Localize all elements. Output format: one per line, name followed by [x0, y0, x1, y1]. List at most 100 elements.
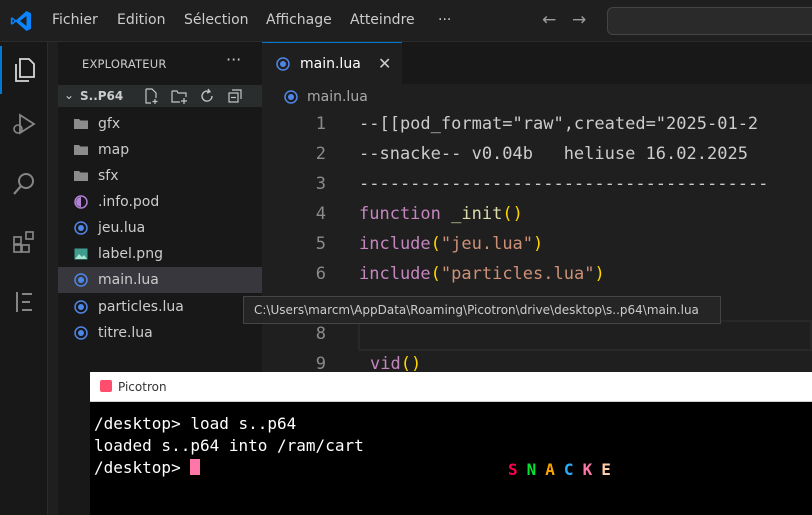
code-text: --snacke-- v0.04b heliuse 16.02.2025 [359, 144, 748, 164]
activity-bar [0, 42, 48, 515]
keyword-token: include [359, 264, 431, 284]
chevron-down-icon[interactable]: ⌄ [64, 88, 74, 102]
outline-icon[interactable] [0, 278, 48, 326]
code-line: 8 [262, 320, 812, 350]
menu-fichier[interactable]: Fichier [52, 12, 98, 28]
line-number: 9 [315, 354, 326, 374]
folder-icon [74, 171, 88, 181]
image-file-icon [74, 248, 88, 260]
terminal-line: loaded s..p64 into /ram/cart [94, 436, 364, 455]
workspace-folder-name: S..P64 [80, 89, 124, 103]
refresh-icon[interactable] [196, 86, 218, 106]
bracket-token: () [400, 354, 422, 374]
editor-tab-bar: main.lua ✕ [262, 42, 812, 84]
snacke-letter: A [545, 460, 564, 479]
lua-file-icon [74, 326, 88, 340]
new-file-icon[interactable] [140, 86, 162, 106]
tab-label: main.lua [300, 56, 361, 72]
tree-item-label: gfx [98, 116, 121, 132]
tree-item-info-pod[interactable]: .info.pod [58, 189, 262, 215]
code-line: 2 --snacke-- v0.04b heliuse 16.02.2025 [262, 140, 812, 170]
line-number: 6 [315, 264, 326, 284]
code-line: 3 --------------------------------------… [262, 170, 812, 200]
breadcrumb-file[interactable]: main.lua [307, 89, 368, 105]
tree-item-label: titre.lua [98, 325, 153, 341]
tree-item-sfx[interactable]: sfx [58, 163, 262, 189]
tree-item-gfx[interactable]: gfx [58, 111, 262, 137]
tree-item-label: .info.pod [98, 194, 160, 210]
tree-item-jeu-lua[interactable]: jeu.lua [58, 215, 262, 241]
lua-file-icon [74, 300, 88, 314]
code-text: ---------------------------------------- [359, 174, 769, 194]
lua-file-icon [74, 273, 88, 287]
menu-selection[interactable]: Sélection [184, 12, 249, 28]
explorer-more-button[interactable]: ··· [226, 50, 241, 69]
line-number: 8 [315, 324, 326, 344]
tree-item-particles-lua[interactable]: particles.lua [58, 294, 262, 320]
bracket-token: ) [594, 264, 605, 284]
title-bar: Fichier Edition Sélection Affichage Atte… [0, 0, 812, 42]
folder-icon [74, 119, 88, 129]
tree-item-label: map [98, 142, 130, 158]
tree-item-main-lua[interactable]: main.lua [58, 267, 262, 293]
lua-file-icon [284, 90, 298, 104]
tree-item-label: main.lua [98, 272, 159, 288]
line-number: 3 [315, 174, 326, 194]
menu-affichage[interactable]: Affichage [266, 12, 332, 28]
code-text: include("jeu.lua") [359, 234, 543, 254]
tree-item-label: sfx [98, 168, 119, 184]
tree-item-titre-lua[interactable]: titre.lua [58, 320, 262, 346]
code-text: include("particles.lua") [359, 264, 605, 284]
folder-actions [140, 86, 246, 106]
file-path-tooltip: C:\Users\marcm\AppData\Roaming\Picotron\… [243, 296, 721, 324]
picotron-app-icon [100, 380, 112, 392]
workspace-folder-row[interactable]: ⌄ S..P64 [58, 85, 262, 107]
tree-item-label: label.png [98, 246, 163, 262]
picotron-title: Picotron [118, 380, 167, 394]
keyword-token: function [359, 204, 441, 224]
explorer-icon[interactable] [0, 46, 48, 94]
line-number: 4 [315, 204, 326, 224]
code-line: 6 include("particles.lua") [262, 260, 812, 290]
string-token: "jeu.lua" [440, 234, 534, 254]
tree-item-label: jeu.lua [98, 220, 146, 236]
menu-atteindre[interactable]: Atteindre [350, 12, 415, 28]
picotron-window[interactable]: Picotron /desktop> load s..p64 loaded s.… [90, 372, 812, 515]
extensions-icon[interactable] [0, 218, 48, 266]
snacke-letter: N [526, 460, 546, 479]
lua-file-icon [276, 57, 290, 71]
line-number: 2 [315, 144, 326, 164]
lua-file-icon [74, 221, 88, 235]
code-line: 1 --[[pod_format="raw",created="2025-01-… [262, 110, 812, 140]
code-line: 4 function _init() [262, 200, 812, 230]
collapse-all-icon[interactable] [224, 86, 246, 106]
forward-arrow-icon[interactable]: → [572, 10, 586, 30]
snacke-letter: S [508, 460, 527, 479]
terminal-prompt-line[interactable]: /desktop> [94, 458, 201, 477]
breadcrumb: main.lua [262, 84, 812, 110]
bracket-token: ) [533, 234, 544, 254]
keyword-token: include [359, 234, 431, 254]
back-arrow-icon[interactable]: ← [542, 10, 556, 30]
picotron-titlebar[interactable]: Picotron [90, 372, 812, 402]
new-folder-icon[interactable] [168, 86, 190, 106]
code-text: vid() [370, 354, 421, 374]
menu-edition[interactable]: Edition [117, 12, 165, 28]
run-debug-icon[interactable] [0, 100, 48, 148]
terminal-line: /desktop> load s..p64 [94, 414, 297, 433]
tree-item-map[interactable]: map [58, 137, 262, 163]
snacke-title: SNACKE [508, 460, 620, 479]
function-token: _init [451, 204, 503, 224]
tree-item-label-png[interactable]: label.png [58, 241, 262, 267]
terminal-prompt: /desktop> [94, 458, 191, 477]
search-icon[interactable] [0, 160, 48, 208]
tab-main-lua[interactable]: main.lua ✕ [262, 42, 402, 84]
code-text: function _init() [359, 204, 523, 224]
code-text: --[[pod_format="raw",created="2025-01-2 [359, 114, 759, 134]
command-center-search[interactable] [607, 7, 812, 35]
explorer-title: EXPLORATEUR [82, 57, 167, 71]
pod-file-icon [74, 195, 88, 209]
close-icon[interactable]: ✕ [378, 54, 391, 73]
string-token: "particles.lua" [440, 264, 595, 284]
menu-more[interactable]: ··· [438, 12, 451, 28]
